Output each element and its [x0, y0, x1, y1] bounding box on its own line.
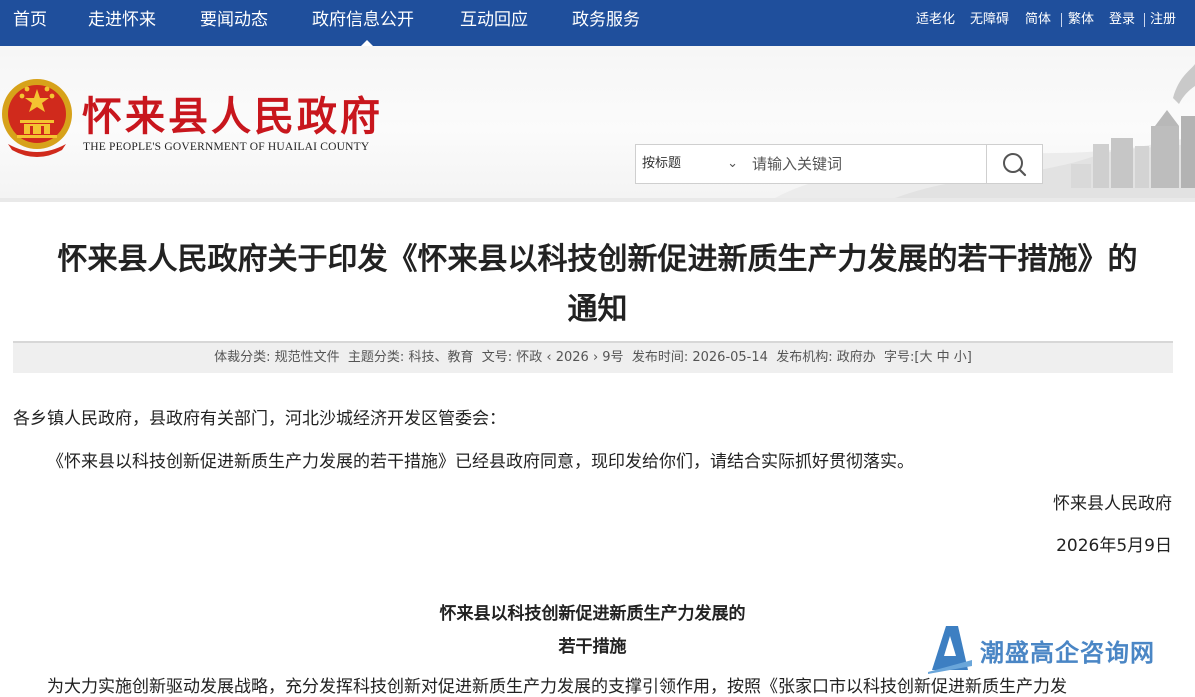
search-input[interactable] [742, 145, 986, 183]
article-meta-bar: 体裁分类: 规范性文件 主题分类: 科技、教育 文号: 怀政 ‹ 2026 › … [13, 341, 1173, 373]
meta-org-label: 发布机构: [776, 350, 833, 365]
meta-doc-no: 怀政 ‹ 2026 › 9号 [516, 350, 624, 365]
banner-divider [0, 198, 1195, 202]
sign-date: 2026年5月9日 [1056, 536, 1172, 556]
util-separator [1144, 13, 1145, 27]
partial-paragraph: 为大力实施创新驱动发展战略，充分发挥科技创新对促进新质生产力发展的支撑引领作用，… [47, 677, 1067, 697]
body-paragraph: 《怀来县以科技创新促进新质生产力发展的若干措施》已经县政府同意，现印发给你们，请… [47, 452, 914, 472]
nav-item-services[interactable]: 政务服务 [572, 0, 640, 40]
util-separator [1061, 13, 1062, 27]
watermark-text: 潮盛高企咨询网 [980, 638, 1155, 667]
util-link-elderly-mode[interactable]: 适老化 [916, 0, 955, 40]
site-title: 怀来县人民政府 [82, 93, 383, 140]
util-link-simplified[interactable]: 简体 [1025, 0, 1051, 40]
site-subtitle: THE PEOPLE'S GOVERNMENT OF HUAILAI COUNT… [83, 141, 370, 153]
signature: 怀来县人民政府 [1053, 494, 1172, 514]
nav-item-about[interactable]: 走进怀来 [88, 0, 156, 40]
nav-item-news[interactable]: 要闻动态 [200, 0, 268, 40]
watermark-logo-icon [928, 626, 972, 674]
article-title-line-1: 怀来县人民政府关于印发《怀来县以科技创新促进新质生产力发展的若干措施》的 [57, 242, 1138, 277]
article-title-line-2: 通知 [567, 292, 628, 327]
search-box: 按标题 ⌄ [635, 144, 1043, 184]
top-nav-bar: 首页 走进怀来 要闻动态 政府信息公开 互动回应 政务服务 适老化 无障碍 简体… [0, 0, 1195, 47]
font-size-medium-button[interactable]: 中 [937, 350, 950, 365]
search-button[interactable] [986, 145, 1043, 183]
util-link-login[interactable]: 登录 [1109, 0, 1135, 40]
nav-item-home[interactable]: 首页 [13, 0, 47, 40]
meta-topic-label: 主题分类: [347, 350, 405, 365]
nav-item-interaction[interactable]: 互动回应 [460, 0, 528, 40]
meta-date-label: 发布时间: [631, 350, 689, 365]
search-scope-select[interactable]: 按标题 ⌄ [636, 145, 742, 183]
meta-doc-no-label: 文号: [481, 350, 513, 365]
util-link-register[interactable]: 注册 [1150, 0, 1176, 40]
search-scope-label: 按标题 [642, 156, 682, 171]
attachment-title-line-1: 怀来县以科技创新促进新质生产力发展的 [439, 604, 746, 624]
meta-font-size-label: 字号: [884, 350, 915, 365]
nav-item-info-disclosure[interactable]: 政府信息公开 [312, 0, 414, 40]
meta-category: 规范性文件 [274, 350, 340, 365]
util-link-accessibility[interactable]: 无障碍 [970, 0, 1009, 40]
chevron-down-icon: ⌄ [727, 156, 738, 171]
salutation: 各乡镇人民政府，县政府有关部门，河北沙城经济开发区管委会： [13, 409, 506, 429]
font-size-bracket-close: ] [966, 350, 972, 365]
search-icon [1003, 153, 1027, 177]
font-size-small-button[interactable]: 小 [954, 350, 967, 365]
article-title: 怀来县人民政府关于印发《怀来县以科技创新促进新质生产力发展的若干措施》的 通知 [10, 238, 1185, 332]
meta-org: 政府办 [836, 350, 876, 365]
meta-category-label: 体裁分类: [214, 350, 271, 365]
meta-topic: 科技、教育 [408, 350, 474, 365]
meta-date: 2026-05-14 [692, 350, 768, 365]
font-size-large-button[interactable]: 大 [919, 350, 932, 365]
util-link-traditional[interactable]: 繁体 [1068, 0, 1094, 40]
national-emblem-icon [2, 79, 72, 157]
